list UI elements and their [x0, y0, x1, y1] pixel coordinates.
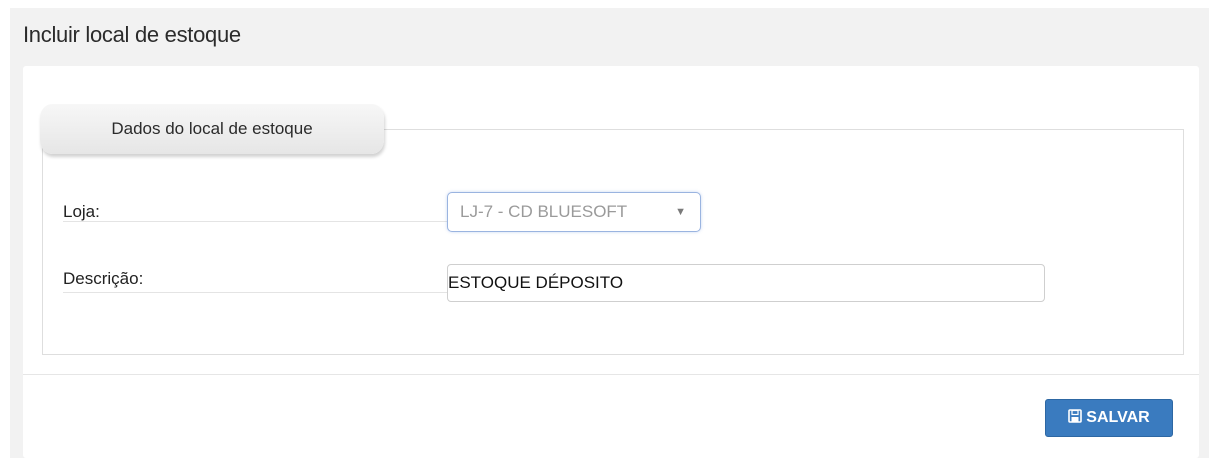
loja-label-underline — [63, 221, 447, 222]
fieldset-dados-local — [42, 129, 1184, 355]
descricao-label: Descrição: — [63, 269, 144, 288]
floppy-disk-icon — [1068, 401, 1083, 423]
page-container: Incluir local de estoque Dados do local … — [10, 8, 1209, 458]
save-button[interactable]: SALVAR — [1045, 399, 1173, 437]
save-button-label: SALVAR — [1086, 409, 1150, 426]
footer-divider — [23, 374, 1199, 375]
loja-label: Loja: — [63, 202, 100, 221]
chevron-down-icon: ▼ — [675, 206, 686, 218]
loja-select-value: LJ-7 - CD BLUESOFT — [460, 202, 628, 221]
descricao-label-underline — [63, 292, 447, 293]
descricao-input[interactable]: ESTOQUE DÉPOSITO — [447, 264, 1045, 302]
section-legend: Dados do local de estoque — [40, 104, 384, 154]
form-card: Dados do local de estoque Loja: LJ-7 - C… — [23, 66, 1199, 458]
page-title: Incluir local de estoque — [23, 22, 241, 47]
loja-select[interactable]: LJ-7 - CD BLUESOFT ▼ — [447, 192, 701, 232]
